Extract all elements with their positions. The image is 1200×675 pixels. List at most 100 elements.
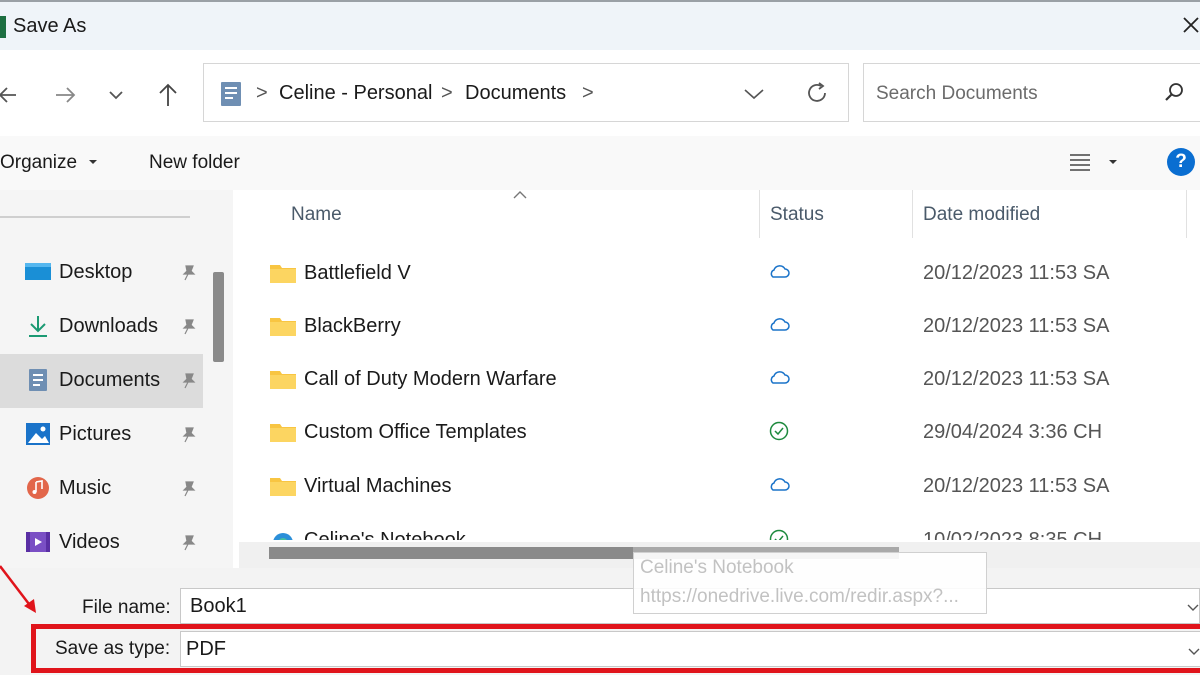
pin-icon[interactable] xyxy=(179,425,199,445)
file-date: 20/12/2023 11:53 SA xyxy=(923,475,1110,497)
file-row[interactable]: Custom Office Templates 29/04/2024 3:36 … xyxy=(233,405,1200,458)
folder-icon xyxy=(270,424,296,442)
sidebar-item-label: Documents xyxy=(59,369,161,391)
file-row[interactable]: Battlefield V 20/12/2023 11:53 SA xyxy=(233,246,1200,299)
search-icon[interactable] xyxy=(1162,81,1186,105)
file-name: BlackBerry xyxy=(304,315,401,337)
downloads-icon xyxy=(29,316,47,337)
file-name: Celine's Notebook xyxy=(304,529,466,540)
recent-locations-chevron-icon[interactable] xyxy=(101,80,131,110)
file-row[interactable]: BlackBerry 20/12/2023 11:53 SA xyxy=(233,299,1200,352)
sidebar-scrollbar[interactable] xyxy=(213,272,224,362)
file-name: Custom Office Templates xyxy=(304,421,527,443)
videos-icon xyxy=(26,532,50,552)
pictures-icon xyxy=(26,423,50,445)
folder-icon xyxy=(270,318,296,336)
view-dropdown-icon[interactable] xyxy=(1108,158,1118,166)
breadcrumb-separator: > xyxy=(256,82,268,104)
refresh-icon[interactable] xyxy=(804,80,830,106)
column-header-status[interactable]: Status xyxy=(770,204,824,226)
file-date: 20/12/2023 11:53 SA xyxy=(923,262,1110,284)
tooltip-url: https://onedrive.live.com/redir.aspx?... xyxy=(640,586,959,607)
address-bar[interactable]: > Celine - Personal > Documents > xyxy=(203,63,849,122)
desktop-icon xyxy=(25,263,51,280)
highlight-box-annotation xyxy=(31,624,1200,673)
file-date: 20/12/2023 11:53 SA xyxy=(923,315,1110,337)
back-arrow-icon[interactable] xyxy=(0,80,24,110)
pin-icon[interactable] xyxy=(179,479,199,499)
command-bar: Organize New folder ? xyxy=(0,136,1200,190)
sidebar-divider xyxy=(0,216,190,218)
organize-dropdown-icon[interactable] xyxy=(88,158,98,166)
synced-check-icon xyxy=(769,529,789,540)
cloud-icon xyxy=(770,371,790,384)
sidebar-item-label: Music xyxy=(59,477,112,499)
excel-app-icon xyxy=(0,16,6,38)
pin-icon[interactable] xyxy=(179,533,199,553)
column-header-name[interactable]: Name xyxy=(291,204,342,226)
column-divider[interactable] xyxy=(1186,190,1187,238)
breadcrumb-separator[interactable]: > xyxy=(582,82,594,105)
sidebar-item-label: Videos xyxy=(59,531,120,553)
file-name: Virtual Machines xyxy=(304,475,452,497)
file-name: Call of Duty Modern Warfare xyxy=(304,368,557,390)
documents-icon xyxy=(29,369,47,391)
hover-tooltip: Celine's Notebook https://onedrive.live.… xyxy=(633,552,987,614)
sidebar-item-music[interactable]: Music xyxy=(0,462,203,516)
sidebar-item-downloads[interactable]: Downloads xyxy=(0,300,203,354)
save-form: File name: Save as type: PDF xyxy=(0,568,1200,675)
organize-button[interactable]: Organize xyxy=(0,152,77,174)
pin-icon[interactable] xyxy=(179,317,199,337)
navigation-bar: > Celine - Personal > Documents > Search… xyxy=(0,50,1200,136)
file-row[interactable]: Celine's Notebook 10/02/2023 8:35 CH xyxy=(233,520,1200,540)
pin-icon[interactable] xyxy=(179,263,199,283)
sidebar-item-label: Downloads xyxy=(59,315,158,337)
title-bar: Save As xyxy=(0,0,1200,50)
tooltip-title: Celine's Notebook xyxy=(640,557,794,578)
view-options-icon[interactable] xyxy=(1068,150,1092,174)
annotation-arrow-icon xyxy=(0,565,36,613)
sort-ascending-icon xyxy=(513,191,527,199)
onenote-notebook-icon xyxy=(273,533,293,540)
up-arrow-icon[interactable] xyxy=(153,80,183,110)
breadcrumb-celine-personal[interactable]: Celine - Personal xyxy=(279,82,432,105)
search-placeholder: Search Documents xyxy=(876,83,1038,104)
search-input[interactable]: Search Documents xyxy=(863,63,1200,122)
sidebar-item-pictures[interactable]: Pictures xyxy=(0,408,203,462)
file-name-dropdown-icon[interactable] xyxy=(1186,602,1200,612)
close-icon[interactable] xyxy=(1180,12,1200,40)
address-dropdown-chevron-icon[interactable] xyxy=(742,82,766,106)
file-date: 29/04/2024 3:36 CH xyxy=(923,421,1103,443)
file-row[interactable]: Virtual Machines 20/12/2023 11:53 SA xyxy=(233,459,1200,512)
column-divider[interactable] xyxy=(759,190,760,238)
documents-location-icon xyxy=(221,82,241,106)
file-list: Name Status Date modified Battlefield V … xyxy=(233,190,1200,568)
file-name-label: File name: xyxy=(82,597,171,618)
window-title: Save As xyxy=(13,15,87,37)
breadcrumb-documents[interactable]: Documents xyxy=(465,82,566,105)
sidebar-item-label: Desktop xyxy=(59,261,133,283)
cloud-icon xyxy=(770,478,790,491)
file-date: 20/12/2023 11:53 SA xyxy=(923,368,1110,390)
partially-visible-row-clip: Celine's Notebook 10/02/2023 8:35 CH xyxy=(233,520,1200,540)
synced-check-icon xyxy=(769,421,789,441)
pin-icon[interactable] xyxy=(179,371,199,391)
file-name: Battlefield V xyxy=(304,262,411,284)
sidebar-item-desktop[interactable]: Desktop xyxy=(0,246,203,300)
folder-icon xyxy=(270,371,296,389)
breadcrumb-separator[interactable]: > xyxy=(441,82,453,105)
new-folder-button[interactable]: New folder xyxy=(149,152,240,174)
cloud-icon xyxy=(770,265,790,278)
help-button[interactable]: ? xyxy=(1167,148,1195,176)
column-header-date-modified[interactable]: Date modified xyxy=(923,204,1040,226)
file-row[interactable]: Call of Duty Modern Warfare 20/12/2023 1… xyxy=(233,352,1200,405)
sidebar-item-label: Pictures xyxy=(59,423,132,445)
folder-icon xyxy=(270,265,296,283)
file-date: 10/02/2023 8:35 CH xyxy=(923,529,1103,540)
sidebar-item-documents[interactable]: Documents xyxy=(0,354,203,408)
column-divider[interactable] xyxy=(912,190,913,238)
forward-arrow-icon[interactable] xyxy=(50,80,80,110)
music-icon xyxy=(27,477,49,499)
folder-icon xyxy=(270,478,296,496)
navigation-pane: Desktop Downloads Documents Pictures Mus… xyxy=(0,190,233,568)
